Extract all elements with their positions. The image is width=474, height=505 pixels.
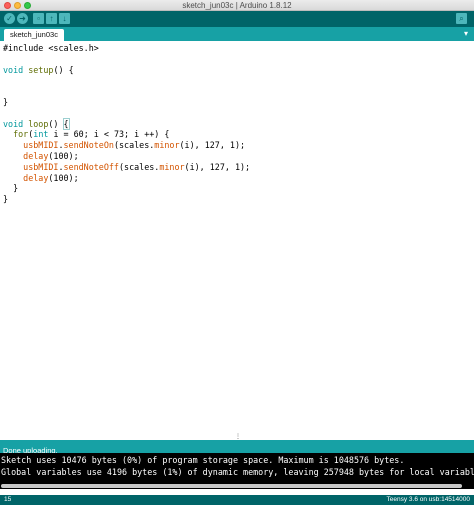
code-token: usbMIDI bbox=[23, 161, 59, 172]
toolbar: ✓ ➜ ▫ ↑ ↓ ⌕ bbox=[0, 11, 474, 27]
code-line[interactable] bbox=[3, 75, 474, 86]
code-token: (scales. bbox=[113, 140, 155, 151]
serial-monitor-button[interactable]: ⌕ bbox=[456, 13, 467, 24]
code-token: delay bbox=[23, 172, 49, 183]
upload-button[interactable]: ➜ bbox=[17, 13, 28, 24]
board-port-info: Teensy 3.6 on usb:14514000 bbox=[386, 496, 470, 503]
window-title: sketch_jun03c | Arduino 1.8.12 bbox=[182, 1, 292, 10]
code-token: i = 60; i < 73; i ++) { bbox=[48, 129, 170, 140]
code-token: } bbox=[3, 183, 19, 194]
code-line[interactable] bbox=[3, 108, 474, 119]
code-line[interactable]: } bbox=[3, 183, 474, 194]
code-line[interactable]: void loop() { bbox=[3, 117, 474, 130]
code-token: (scales. bbox=[118, 161, 160, 172]
right-arrow-icon: ➜ bbox=[19, 13, 26, 23]
code-token: void bbox=[3, 64, 24, 75]
console-horizontal-scrollbar[interactable] bbox=[1, 484, 462, 488]
footer-bar: 15 Teensy 3.6 on usb:14514000 bbox=[0, 495, 474, 505]
code-line[interactable] bbox=[3, 86, 474, 97]
title-bar: sketch_jun03c | Arduino 1.8.12 bbox=[0, 0, 474, 11]
code-token: setup bbox=[28, 64, 54, 75]
code-token: minor bbox=[159, 161, 185, 172]
tab-menu-dropdown-icon[interactable]: ▾ bbox=[464, 28, 468, 40]
code-token: #include <scales.h> bbox=[3, 43, 99, 53]
code-token: usbMIDI bbox=[23, 140, 59, 151]
code-token: int bbox=[33, 129, 49, 140]
tab-bar: sketch_jun03c ▾ bbox=[0, 27, 474, 41]
code-token: (100); bbox=[48, 150, 79, 161]
console-line: Global variables use 4196 bytes (1%) of … bbox=[1, 466, 474, 477]
code-token: (i), 127, 1); bbox=[179, 140, 246, 151]
new-sketch-button[interactable]: ▫ bbox=[33, 13, 44, 24]
save-sketch-button[interactable]: ↓ bbox=[59, 13, 70, 24]
open-up-arrow-icon: ↑ bbox=[49, 13, 54, 23]
code-token: } bbox=[3, 96, 9, 107]
console-line: Sketch uses 10476 bytes (0%) of program … bbox=[1, 455, 405, 465]
code-token: (i), 127, 1); bbox=[184, 161, 251, 172]
new-file-icon: ▫ bbox=[37, 13, 40, 23]
current-line-number: 15 bbox=[4, 496, 12, 503]
code-token: () { bbox=[53, 64, 74, 75]
magnifier-icon: ⌕ bbox=[459, 13, 464, 23]
code-editor[interactable]: #include <scales.h> void setup() { } voi… bbox=[0, 41, 474, 433]
checkmark-icon: ✓ bbox=[6, 13, 13, 23]
code-token: void bbox=[3, 118, 24, 129]
code-line[interactable]: usbMIDI.sendNoteOn(scales.minor(i), 127,… bbox=[3, 140, 474, 151]
code-line[interactable] bbox=[3, 54, 474, 65]
console-output[interactable]: Sketch uses 10476 bytes (0%) of program … bbox=[0, 453, 474, 489]
code-line[interactable]: #include <scales.h> bbox=[3, 43, 474, 54]
code-token: () bbox=[48, 118, 64, 129]
code-line[interactable]: for(int i = 60; i < 73; i ++) { bbox=[3, 129, 474, 140]
code-line[interactable]: usbMIDI.sendNoteOff(scales.minor(i), 127… bbox=[3, 162, 474, 173]
code-token: for bbox=[13, 129, 29, 140]
code-line[interactable]: void setup() { bbox=[3, 65, 474, 76]
code-token: (100); bbox=[48, 172, 79, 183]
code-token: sendNoteOn bbox=[63, 140, 114, 151]
code-line[interactable]: } bbox=[3, 97, 474, 108]
code-token: } bbox=[3, 194, 9, 205]
code-token: minor bbox=[154, 140, 180, 151]
code-token: delay bbox=[23, 150, 49, 161]
open-sketch-button[interactable]: ↑ bbox=[46, 13, 57, 24]
code-line[interactable]: delay(100); bbox=[3, 151, 474, 162]
code-token: loop bbox=[28, 118, 49, 129]
code-line[interactable]: } bbox=[3, 194, 474, 205]
code-token: { bbox=[62, 117, 70, 130]
code-line[interactable]: delay(100); bbox=[3, 173, 474, 184]
verify-button[interactable]: ✓ bbox=[4, 13, 15, 24]
code-token: sendNoteOff bbox=[63, 161, 119, 172]
save-down-arrow-icon: ↓ bbox=[62, 13, 67, 23]
status-strip: Done uploading. bbox=[0, 440, 474, 455]
tab-sketch[interactable]: sketch_jun03c bbox=[4, 29, 64, 41]
